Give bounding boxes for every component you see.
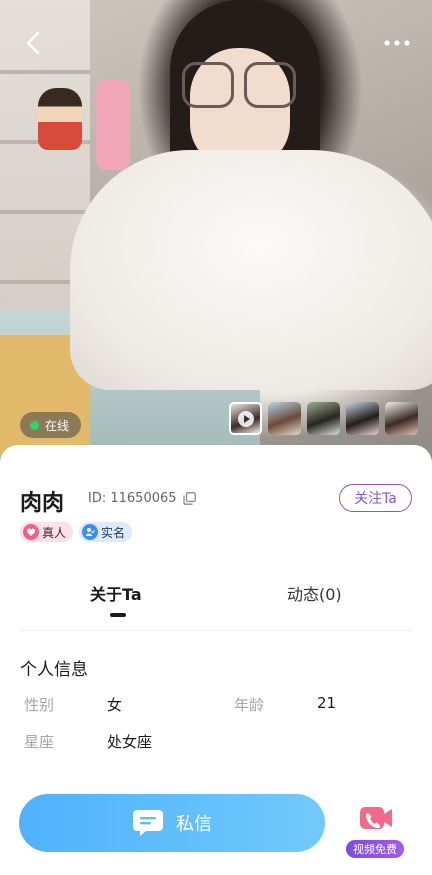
- tab-about[interactable]: 关于Ta: [90, 581, 142, 605]
- top-bar: [0, 0, 432, 88]
- video-call-icon: [360, 807, 392, 829]
- more-dots-icon: [384, 40, 410, 46]
- heart-check-icon: [23, 524, 39, 540]
- photo-coat: [70, 150, 432, 390]
- user-id: ID: 11650065: [88, 491, 196, 506]
- user-verified-icon: [82, 524, 99, 540]
- chat-bubble-icon: [133, 810, 163, 836]
- private-message-label: 私信: [176, 814, 212, 835]
- profile-tabs: 关于Ta 动态(0): [0, 575, 432, 625]
- chevron-left-icon: [26, 31, 40, 55]
- copy-icon[interactable]: [182, 492, 196, 505]
- profile-card: 肉肉 ID: 11650065 关注Ta 真人 实名 关于Ta 动态(0) 个人…: [0, 445, 432, 875]
- tag-real-person: 真人: [20, 522, 74, 542]
- online-status-badge: 在线: [20, 412, 82, 438]
- zodiac-value: 处女座: [107, 733, 153, 751]
- tag-verified-name: 实名: [79, 522, 133, 542]
- thumbnail-photo[interactable]: [307, 402, 340, 435]
- thumbnail-photo[interactable]: [268, 402, 301, 435]
- tag-real-label: 真人: [42, 525, 67, 540]
- follow-button[interactable]: 关注Ta: [339, 484, 412, 512]
- user-name: 肉肉: [20, 491, 65, 516]
- online-status-text: 在线: [45, 418, 70, 433]
- age-value: 21: [317, 694, 337, 712]
- gender-label: 性别: [24, 696, 55, 714]
- tab-moments[interactable]: 动态(0): [287, 581, 342, 605]
- verification-tags: 真人 实名: [20, 522, 133, 542]
- thumbnail-video[interactable]: [229, 402, 262, 435]
- zodiac-label: 星座: [24, 733, 55, 751]
- video-call-button[interactable]: 视频免费: [346, 805, 404, 861]
- private-message-button[interactable]: 私信: [19, 794, 325, 852]
- video-free-badge: 视频免费: [346, 840, 404, 858]
- thumbnail-photo[interactable]: [385, 402, 418, 435]
- tab-divider: [20, 630, 412, 631]
- online-dot-icon: [30, 420, 39, 430]
- tab-active-indicator: [110, 613, 126, 617]
- age-label: 年龄: [234, 696, 265, 714]
- thumbnail-photo[interactable]: [346, 402, 379, 435]
- photo-toy: [38, 88, 82, 150]
- back-button[interactable]: [18, 26, 48, 60]
- user-id-text: ID: 11650065: [88, 491, 177, 506]
- more-button[interactable]: [380, 30, 414, 56]
- personal-info-title: 个人信息: [20, 660, 88, 680]
- gender-value: 女: [107, 696, 123, 714]
- tag-verified-label: 实名: [101, 525, 126, 540]
- photo-bottle: [96, 80, 130, 170]
- play-icon: [237, 410, 254, 427]
- photo-thumbnails: [229, 402, 418, 435]
